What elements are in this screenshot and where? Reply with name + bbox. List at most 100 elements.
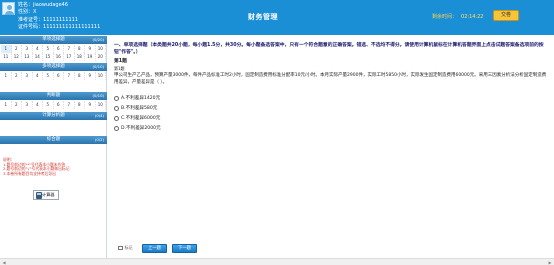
radio-button[interactable] — [114, 105, 119, 111]
radio-button[interactable] — [114, 115, 119, 121]
question-cell[interactable]: 3 — [22, 101, 33, 109]
question-cell[interactable]: 3 — [22, 72, 33, 80]
exam-title: 财务管理 — [248, 13, 278, 21]
question-cell[interactable]: 8 — [75, 72, 85, 80]
header-bar: 姓名：jiaowudage46 性别：X 准考证号：11111111111 证件… — [0, 0, 554, 35]
option-a[interactable]: A. 不利差异1420元 — [114, 93, 161, 103]
grid-multiple-choice: 1 2 3 4 5 6 7 8 9 10 — [1, 72, 106, 80]
question-cell[interactable]: 6 — [54, 72, 64, 80]
ticket-value: 11111111111 — [43, 16, 79, 23]
section-true-false[interactable]: 判断题 (0/10) — [0, 92, 107, 100]
question-cell[interactable]: 4 — [33, 45, 43, 53]
question-cell[interactable]: 8 — [75, 101, 85, 109]
question-cell[interactable]: 8 — [75, 45, 85, 53]
question-text: 甲公司生产乙产品，预算产量3000件，每件产品标准工时2小时，固定制造费用标准分… — [114, 73, 547, 85]
question-cell[interactable]: 1 — [1, 72, 12, 80]
timer-value: 02:14:22 — [461, 14, 484, 20]
question-cell[interactable]: 5 — [43, 101, 54, 109]
scroll-right-icon[interactable]: ▶ — [547, 260, 553, 265]
question-cell[interactable]: 1 — [1, 101, 12, 109]
question-cell[interactable]: 17 — [64, 53, 75, 61]
question-cell[interactable]: 18 — [75, 53, 85, 61]
question-sub-label: 第1题 — [114, 66, 125, 71]
question-cell[interactable]: 2 — [12, 101, 22, 109]
timer-label: 剩余时间： — [432, 14, 458, 20]
option-text: 不利差异1420元 — [125, 96, 161, 101]
radio-button[interactable] — [114, 95, 119, 101]
mark-question[interactable]: 标记 — [118, 245, 133, 251]
question-cell[interactable]: 11 — [1, 53, 12, 61]
section-title: 计算分析题 — [42, 113, 65, 118]
option-c[interactable]: C. 不利差异6000元 — [114, 113, 161, 123]
section-count: (0/20) — [92, 37, 105, 42]
question-cell[interactable]: 15 — [43, 53, 54, 61]
question-cell[interactable]: 4 — [33, 101, 43, 109]
section-multiple-choice[interactable]: 多项选择题 (0/10) — [0, 63, 107, 71]
section-count: (0/2) — [94, 137, 104, 142]
calculator-icon — [35, 192, 42, 199]
question-cell[interactable]: 9 — [85, 72, 96, 80]
submit-button[interactable]: 交卷 — [493, 10, 519, 21]
answer-options: A. 不利差异1420元 B. 不利差异580元 C. 不利差异6000元 D. 不利差… — [114, 93, 161, 133]
question-cell[interactable]: 10 — [96, 45, 106, 53]
question-cell[interactable]: 7 — [64, 72, 75, 80]
question-number-label: 第1题 — [114, 59, 127, 64]
section-comprehensive[interactable]: 综合题 (0/2) — [0, 136, 107, 144]
next-question-button[interactable]: 下一题 — [172, 244, 197, 253]
horizontal-scrollbar[interactable]: ◀ ▶ — [0, 258, 554, 265]
timer: 剩余时间： 02:14:22 — [432, 13, 483, 20]
section-title: 判断题 — [46, 93, 61, 98]
id-value: 111111111111111111 — [43, 24, 101, 31]
question-cell[interactable]: 20 — [96, 53, 106, 61]
question-cell[interactable]: 9 — [85, 45, 96, 53]
question-cell[interactable]: 9 — [85, 101, 96, 109]
mark-label: 标记 — [124, 245, 133, 250]
question-cell[interactable]: 12 — [12, 53, 22, 61]
sex-label: 性别： — [18, 9, 34, 16]
option-text: 不利差异580元 — [125, 106, 158, 111]
section-single-choice[interactable]: 单项选择题 (0/20) — [0, 36, 107, 44]
question-cell[interactable]: 14 — [33, 53, 43, 61]
question-cell[interactable]: 6 — [54, 45, 64, 53]
question-cell[interactable]: 3 — [22, 45, 33, 53]
option-d[interactable]: D. 不利差异2000元 — [114, 123, 161, 133]
option-text: 不利差异2000元 — [126, 126, 161, 131]
question-navigator: 单项选择题 (0/20) 1 2 3 4 5 6 7 8 9 10 11 12 1… — [0, 36, 107, 265]
question-number: 第1题 第1题 — [114, 58, 127, 72]
grid-true-false: 1 2 3 4 5 6 7 8 9 10 — [1, 101, 106, 109]
option-text: 不利差异6000元 — [125, 116, 161, 121]
question-cell[interactable]: 19 — [85, 53, 96, 61]
section-title: 单项选择题 — [42, 37, 65, 42]
question-cell[interactable]: 16 — [54, 53, 64, 61]
calculator-button[interactable]: 计算器 — [33, 190, 59, 200]
calculator-label: 计算器 — [42, 192, 55, 197]
question-cell[interactable]: 5 — [43, 72, 54, 80]
question-cell[interactable]: 7 — [64, 101, 75, 109]
mark-checkbox[interactable] — [118, 245, 123, 251]
question-cell[interactable]: 6 — [54, 101, 64, 109]
question-cell[interactable]: 10 — [96, 101, 106, 109]
question-cell[interactable]: 7 — [64, 45, 75, 53]
question-cell[interactable]: 5 — [43, 45, 54, 53]
radio-button[interactable] — [114, 125, 119, 131]
scroll-left-icon[interactable]: ◀ — [1, 260, 7, 265]
prev-question-button[interactable]: 上一题 — [142, 244, 167, 253]
section-title: 多项选择题 — [42, 64, 65, 69]
section-count: (0/10) — [92, 93, 105, 98]
question-cell[interactable]: 10 — [96, 72, 106, 80]
section-count: (0/4) — [94, 113, 104, 118]
option-b[interactable]: B. 不利差异580元 — [114, 103, 161, 113]
name-value: jiaowudage46 — [33, 1, 69, 8]
section-calculation[interactable]: 计算分析题 (0/4) — [0, 112, 107, 120]
sex-value: X — [33, 9, 37, 16]
question-cell[interactable]: 13 — [22, 53, 33, 61]
question-cell[interactable]: 1 — [1, 45, 12, 53]
question-panel: 一、单项选择题（本类题共20小题，每小题1.5分，共30分。每小题备选答案中，只… — [108, 36, 554, 265]
question-cell[interactable]: 4 — [33, 72, 43, 80]
question-cell[interactable]: 2 — [12, 72, 22, 80]
section-instructions: 一、单项选择题（本类题共20小题，每小题1.5分，共30分。每小题备选答案中，只… — [114, 43, 544, 55]
note-line: 3.本卷所有题目均支持考后导出 — [3, 170, 56, 176]
question-cell[interactable]: 2 — [12, 45, 22, 53]
grid-single-choice: 1 2 3 4 5 6 7 8 9 10 11 12 13 14 15 16 1… — [1, 45, 106, 61]
avatar — [2, 2, 15, 15]
